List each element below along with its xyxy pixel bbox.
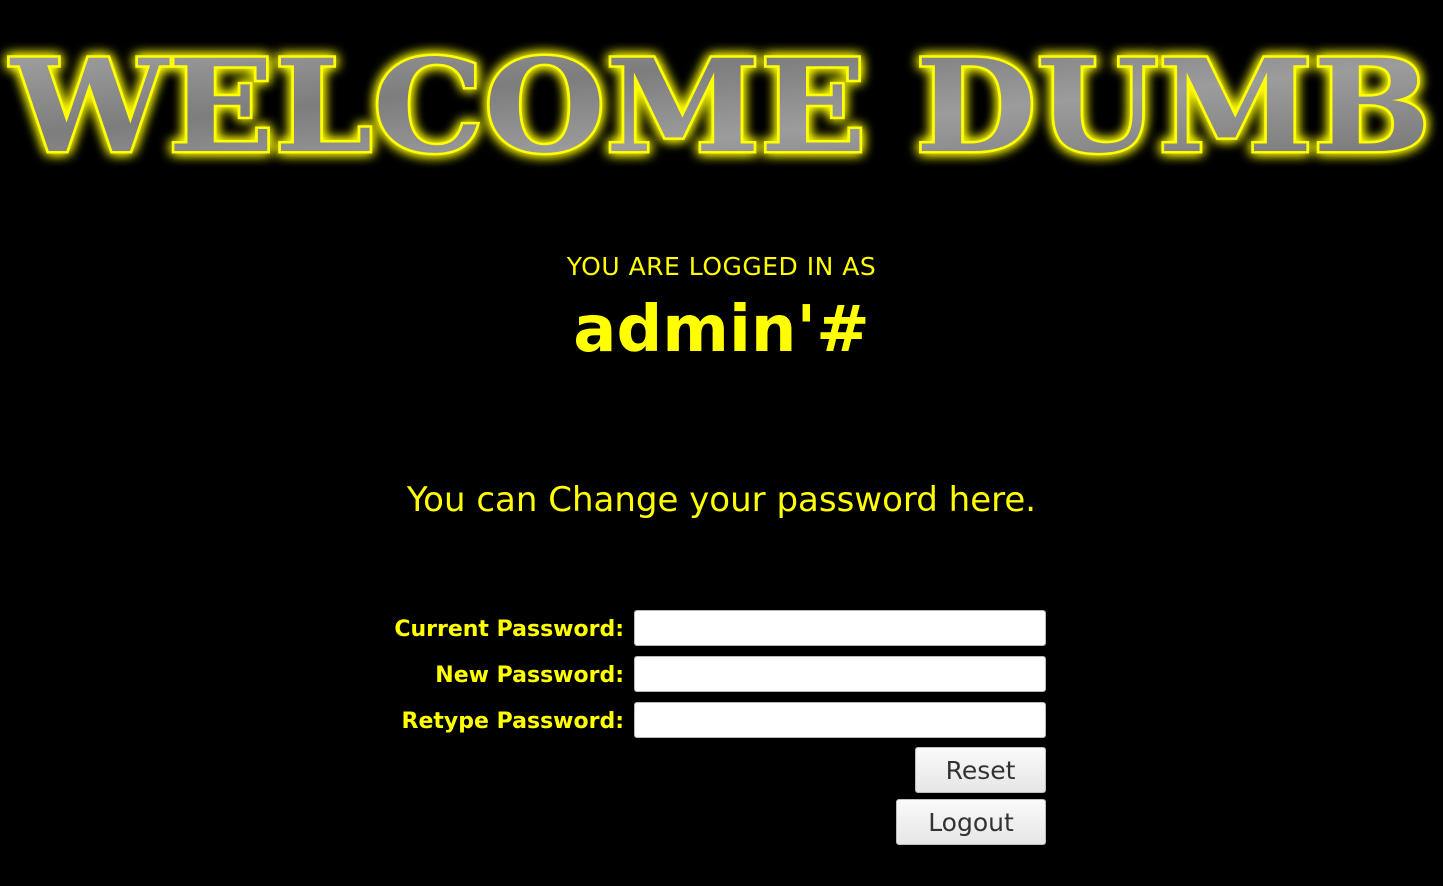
current-password-label: Current Password: bbox=[394, 617, 624, 642]
welcome-banner-graphic: WELCOME DUMB bbox=[6, 33, 1433, 175]
retype-password-input[interactable] bbox=[634, 702, 1046, 738]
retype-password-label: Retype Password: bbox=[401, 709, 624, 734]
logged-in-label: YOU ARE LOGGED IN AS bbox=[566, 252, 877, 281]
logout-button[interactable]: Logout bbox=[896, 799, 1046, 845]
username: admin'# bbox=[573, 293, 870, 367]
new-password-label: New Password: bbox=[435, 663, 624, 688]
welcome-banner: WELCOME DUMB bbox=[0, 33, 1443, 175]
current-password-row: Current Password: bbox=[380, 610, 1046, 650]
change-password-message: You can Change your password here. bbox=[406, 480, 1037, 520]
current-password-input[interactable] bbox=[634, 610, 1046, 646]
new-password-input[interactable] bbox=[634, 656, 1046, 692]
banner-text: WELCOME DUMB bbox=[9, 33, 1431, 175]
new-password-row: New Password: bbox=[380, 656, 1046, 696]
reset-button[interactable]: Reset bbox=[915, 747, 1046, 793]
retype-password-row: Retype Password: bbox=[380, 702, 1046, 742]
